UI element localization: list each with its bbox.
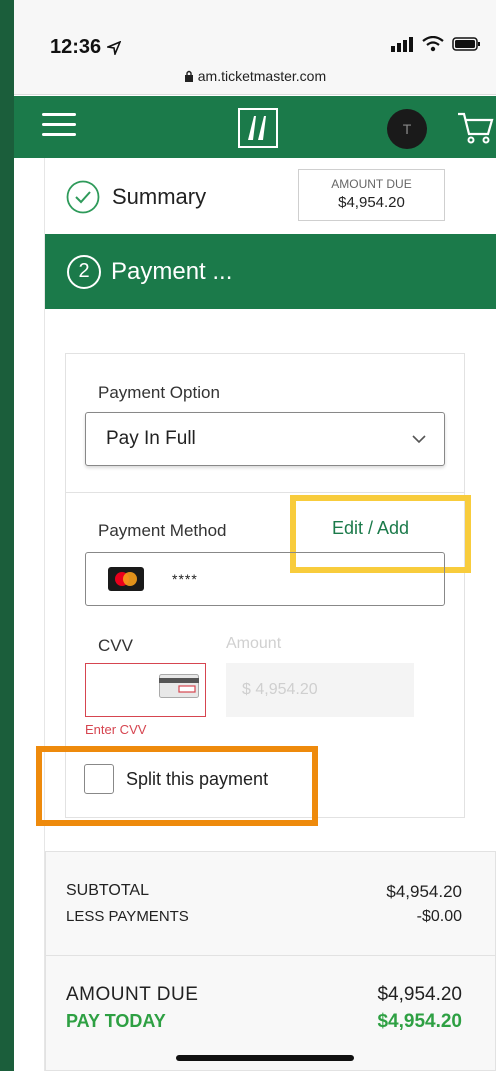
amount-input: $ 4,954.20 [226,663,414,717]
url-text: am.ticketmaster.com [197,68,327,84]
card-number-masked: **** [172,571,198,587]
amount-due-value: $4,954.20 [338,194,405,211]
status-time: 12:36 [50,36,122,59]
home-indicator[interactable] [176,1055,354,1061]
amount-due-box: AMOUNT DUE $4,954.20 [298,169,445,221]
amount-label: Amount [226,635,282,652]
signal-icon [391,37,413,52]
battery-icon [452,37,480,51]
lock-icon [184,70,193,82]
less-payments-value: -$0.00 [416,908,462,925]
cvv-error-text: Enter CVV [85,722,147,737]
cvv-input[interactable] [85,663,206,717]
amount-due-total-value: $4,954.20 [377,984,462,1005]
mastercard-icon [108,567,144,591]
avatar[interactable]: T [387,109,427,149]
amount-due-total-label: AMOUNT DUE [66,984,199,1005]
time-text: 12:36 [50,36,102,58]
card-back-icon [159,674,199,698]
url-bar[interactable]: am.ticketmaster.com [14,68,496,84]
status-bar: 12:36 am.ticketmaster.com [14,0,496,95]
payment-method-label: Payment Method [98,521,227,540]
cvv-label: CVV [98,636,133,655]
step-number: 2 [67,254,101,289]
payment-card-field[interactable]: **** [85,552,445,606]
totals-divider [45,955,496,956]
check-circle-icon [66,180,100,214]
amount-input-value: $ 4,954.20 [242,681,318,698]
location-arrow-icon [104,40,122,57]
menu-icon[interactable] [42,113,76,139]
summary-step[interactable]: Summary [66,180,206,214]
status-icons [390,36,482,52]
payment-divider [65,492,465,493]
chevron-down-icon [412,435,426,444]
logo-icon [240,110,276,146]
highlight-box-orange [36,746,318,826]
summary-label: Summary [112,184,207,209]
avatar-initial: T [402,121,412,137]
payment-step-banner: 2 Payment ... [45,234,496,309]
payment-option-select[interactable]: Pay In Full [85,412,445,466]
less-payments-label: LESS PAYMENTS [66,908,189,925]
wifi-icon [422,36,444,52]
amount-due-label: AMOUNT DUE [331,177,412,191]
subtotal-label: SUBTOTAL [66,882,149,899]
pay-today-label: PAY TODAY [66,1011,166,1031]
app-header: T [14,96,496,158]
pay-today-value: $4,954.20 [377,1011,462,1032]
payment-option-value: Pay In Full [106,428,196,449]
payment-title: Payment ... [111,257,233,285]
cart-icon[interactable] [456,110,496,146]
subtotal-value: $4,954.20 [386,882,462,901]
payment-option-label: Payment Option [98,383,220,402]
team-logo[interactable] [238,108,278,148]
phone-screen: 12:36 am.ticketmaster.com T Summary AMOU… [14,0,496,1071]
